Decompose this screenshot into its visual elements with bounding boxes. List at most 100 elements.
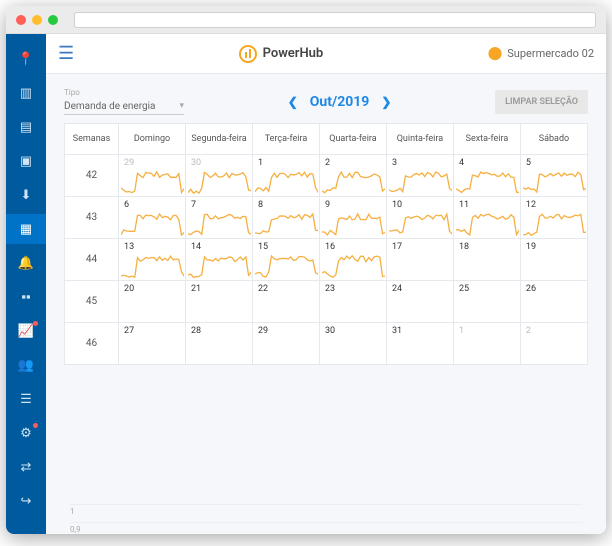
- calendar-day[interactable]: 13: [119, 239, 186, 281]
- calendar-day[interactable]: 12: [520, 197, 587, 239]
- day-number: 2: [526, 326, 531, 336]
- day-number: 13: [124, 242, 134, 252]
- window-maximize-icon[interactable]: [48, 15, 58, 25]
- browser-titlebar: [6, 6, 606, 34]
- calendar-day[interactable]: 2: [319, 155, 386, 197]
- grid-icon[interactable]: ▪▪: [6, 282, 46, 312]
- calendar-day[interactable]: 14: [186, 239, 253, 281]
- bar-chart-icon[interactable]: ▥: [6, 78, 46, 108]
- day-number: 30: [191, 158, 201, 168]
- calendar-day[interactable]: 27: [119, 323, 186, 365]
- location-selector[interactable]: ⬤ Supermercado 02: [488, 46, 594, 61]
- calendar-day[interactable]: 10: [386, 197, 453, 239]
- month-navigator: ❮ Out/2019 ❯: [204, 94, 475, 110]
- prev-month-button[interactable]: ❮: [288, 95, 298, 109]
- calendar-day[interactable]: 15: [252, 239, 319, 281]
- calendar-day[interactable]: 30: [186, 155, 253, 197]
- calendar-header: Quarta-feira: [319, 124, 386, 155]
- calendar-day[interactable]: 29: [252, 323, 319, 365]
- day-number: 6: [124, 200, 129, 210]
- calendar-day[interactable]: 23: [319, 281, 386, 323]
- users-icon[interactable]: 👥: [6, 350, 46, 380]
- day-number: 29: [124, 158, 134, 168]
- calendar-day[interactable]: 18: [453, 239, 520, 281]
- calendar-day[interactable]: 7: [186, 197, 253, 239]
- pin-icon[interactable]: 📍: [6, 44, 46, 74]
- day-number: 10: [392, 200, 402, 210]
- calendar-day[interactable]: 29: [119, 155, 186, 197]
- calendar-icon[interactable]: ▦: [6, 214, 46, 244]
- calendar-day[interactable]: 28: [186, 323, 253, 365]
- app-body: 📍 ▥ ▤ ▣ ⬇ ▦ 🔔 ▪▪ 📈 👥 ☰ ⚙ ⇄ ↪ ☰ PowerHub ⬤ Supermercad…: [6, 34, 606, 534]
- calendar-day[interactable]: 3: [386, 155, 453, 197]
- day-number: 15: [258, 242, 268, 252]
- day-number: 1: [459, 326, 464, 336]
- clear-selection-button[interactable]: LIMPAR SELEÇÃO: [495, 90, 588, 114]
- week-number: 45: [65, 281, 119, 323]
- menu-icon[interactable]: ☰: [58, 43, 74, 64]
- calendar-day[interactable]: 26: [520, 281, 587, 323]
- sidebar: 📍 ▥ ▤ ▣ ⬇ ▦ 🔔 ▪▪ 📈 👥 ☰ ⚙ ⇄ ↪: [6, 34, 46, 534]
- calendar-table: SemanasDomingoSegunda-feiraTerça-feiraQu…: [64, 123, 588, 365]
- calendar-header: Quinta-feira: [386, 124, 453, 155]
- calendar-day[interactable]: 1: [252, 155, 319, 197]
- calendar-day[interactable]: 25: [453, 281, 520, 323]
- calendar-day[interactable]: 9: [319, 197, 386, 239]
- line-chart-icon[interactable]: 📈: [6, 316, 46, 346]
- logout-icon[interactable]: ↪: [6, 486, 46, 516]
- day-number: 30: [325, 326, 335, 336]
- url-bar[interactable]: [74, 12, 596, 28]
- type-selector-group: Tipo Demanda de energia: [64, 88, 184, 115]
- day-number: 19: [526, 242, 536, 252]
- calendar-day[interactable]: 19: [520, 239, 587, 281]
- document-icon[interactable]: ▤: [6, 112, 46, 142]
- bell-icon[interactable]: 🔔: [6, 248, 46, 278]
- day-number: 26: [526, 284, 536, 294]
- day-number: 8: [258, 200, 263, 210]
- week-number: 46: [65, 323, 119, 365]
- calendar-day[interactable]: 24: [386, 281, 453, 323]
- day-number: 27: [124, 326, 134, 336]
- day-number: 31: [392, 326, 402, 336]
- day-number: 28: [191, 326, 201, 336]
- controls-row: Tipo Demanda de energia ❮ Out/2019 ❯ LIM…: [46, 74, 606, 123]
- day-number: 24: [392, 284, 402, 294]
- day-number: 22: [258, 284, 268, 294]
- day-number: 12: [526, 200, 536, 210]
- day-number: 18: [459, 242, 469, 252]
- y-tick: 1: [70, 504, 582, 516]
- sliders-icon[interactable]: ☰: [6, 384, 46, 414]
- type-label: Tipo: [64, 88, 184, 97]
- topbar: ☰ PowerHub ⬤ Supermercado 02: [46, 34, 606, 74]
- calendar-day[interactable]: 30: [319, 323, 386, 365]
- calendar-day[interactable]: 1: [453, 323, 520, 365]
- week-number: 44: [65, 239, 119, 281]
- calendar-day[interactable]: 6: [119, 197, 186, 239]
- next-month-button[interactable]: ❯: [381, 95, 391, 109]
- day-number: 9: [325, 200, 330, 210]
- window-minimize-icon[interactable]: [32, 15, 42, 25]
- clipboard-icon[interactable]: ▣: [6, 146, 46, 176]
- calendar-day[interactable]: 21: [186, 281, 253, 323]
- type-select[interactable]: Demanda de energia: [64, 99, 184, 115]
- calendar-day[interactable]: 22: [252, 281, 319, 323]
- day-number: 7: [191, 200, 196, 210]
- month-label[interactable]: Out/2019: [310, 94, 370, 110]
- calendar-day[interactable]: 4: [453, 155, 520, 197]
- swap-icon[interactable]: ⇄: [6, 452, 46, 482]
- calendar-day[interactable]: 5: [520, 155, 587, 197]
- app-window: 📍 ▥ ▤ ▣ ⬇ ▦ 🔔 ▪▪ 📈 👥 ☰ ⚙ ⇄ ↪ ☰ PowerHub ⬤ Supermercad…: [6, 6, 606, 534]
- calendar-day[interactable]: 2: [520, 323, 587, 365]
- gears-icon[interactable]: ⚙: [6, 418, 46, 448]
- calendar-day[interactable]: 20: [119, 281, 186, 323]
- calendar-day[interactable]: 31: [386, 323, 453, 365]
- calendar-day[interactable]: 16: [319, 239, 386, 281]
- calendar-day[interactable]: 17: [386, 239, 453, 281]
- download-icon[interactable]: ⬇: [6, 180, 46, 210]
- day-number: 25: [459, 284, 469, 294]
- chart-footer: 1 0,9: [46, 498, 606, 534]
- calendar-day[interactable]: 11: [453, 197, 520, 239]
- window-close-icon[interactable]: [16, 15, 26, 25]
- calendar-day[interactable]: 8: [252, 197, 319, 239]
- week-number: 43: [65, 197, 119, 239]
